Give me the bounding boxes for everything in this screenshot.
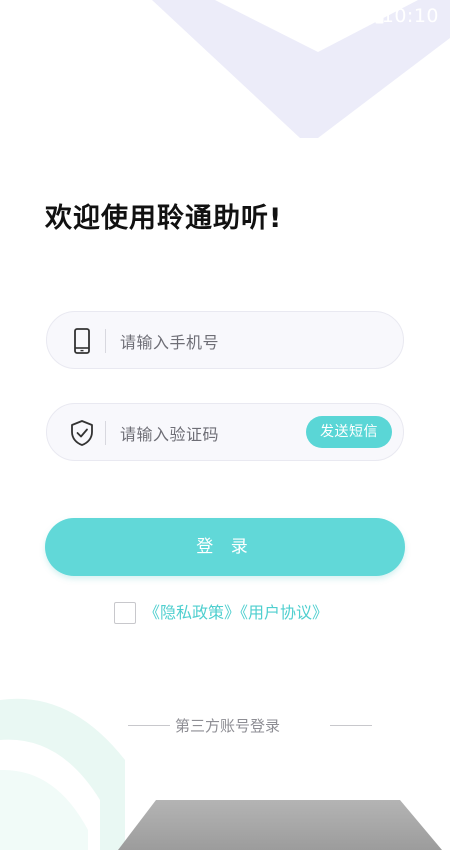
welcome-title: 欢迎使用聆通助听! — [45, 203, 283, 234]
shield-check-icon — [71, 420, 93, 446]
login-screen: 10:10 欢迎使用聆通助听! 请输入手机号 请输入验证码 发送短信 登 录 《… — [0, 0, 450, 850]
agreement-checkbox[interactable] — [114, 602, 136, 624]
verification-code-input[interactable]: 请输入验证码 发送短信 — [46, 403, 404, 461]
divider-line-left — [128, 725, 170, 726]
third-party-login-label: 第三方账号登录 — [175, 717, 281, 735]
privacy-policy-link[interactable]: 《隐私政策》 — [144, 603, 240, 622]
agreement-links: 《隐私政策》《用户协议》 — [144, 602, 328, 624]
divider-line-right — [330, 725, 372, 726]
field-divider — [105, 329, 106, 353]
send-sms-button[interactable]: 发送短信 — [306, 416, 392, 448]
status-bar: 10:10 — [0, 0, 450, 32]
login-button[interactable]: 登 录 — [45, 518, 405, 576]
phone-input[interactable]: 请输入手机号 — [46, 311, 404, 369]
phone-icon — [74, 328, 90, 354]
user-agreement-link[interactable]: 《用户协议》 — [240, 603, 328, 622]
gray-trapezoid-shape — [118, 800, 442, 850]
status-time: 10:10 — [381, 5, 439, 27]
code-input-placeholder: 请输入验证码 — [120, 425, 220, 444]
phone-input-placeholder: 请输入手机号 — [120, 333, 220, 352]
third-party-login-divider: 第三方账号登录 — [128, 714, 372, 738]
field-divider — [105, 421, 106, 445]
